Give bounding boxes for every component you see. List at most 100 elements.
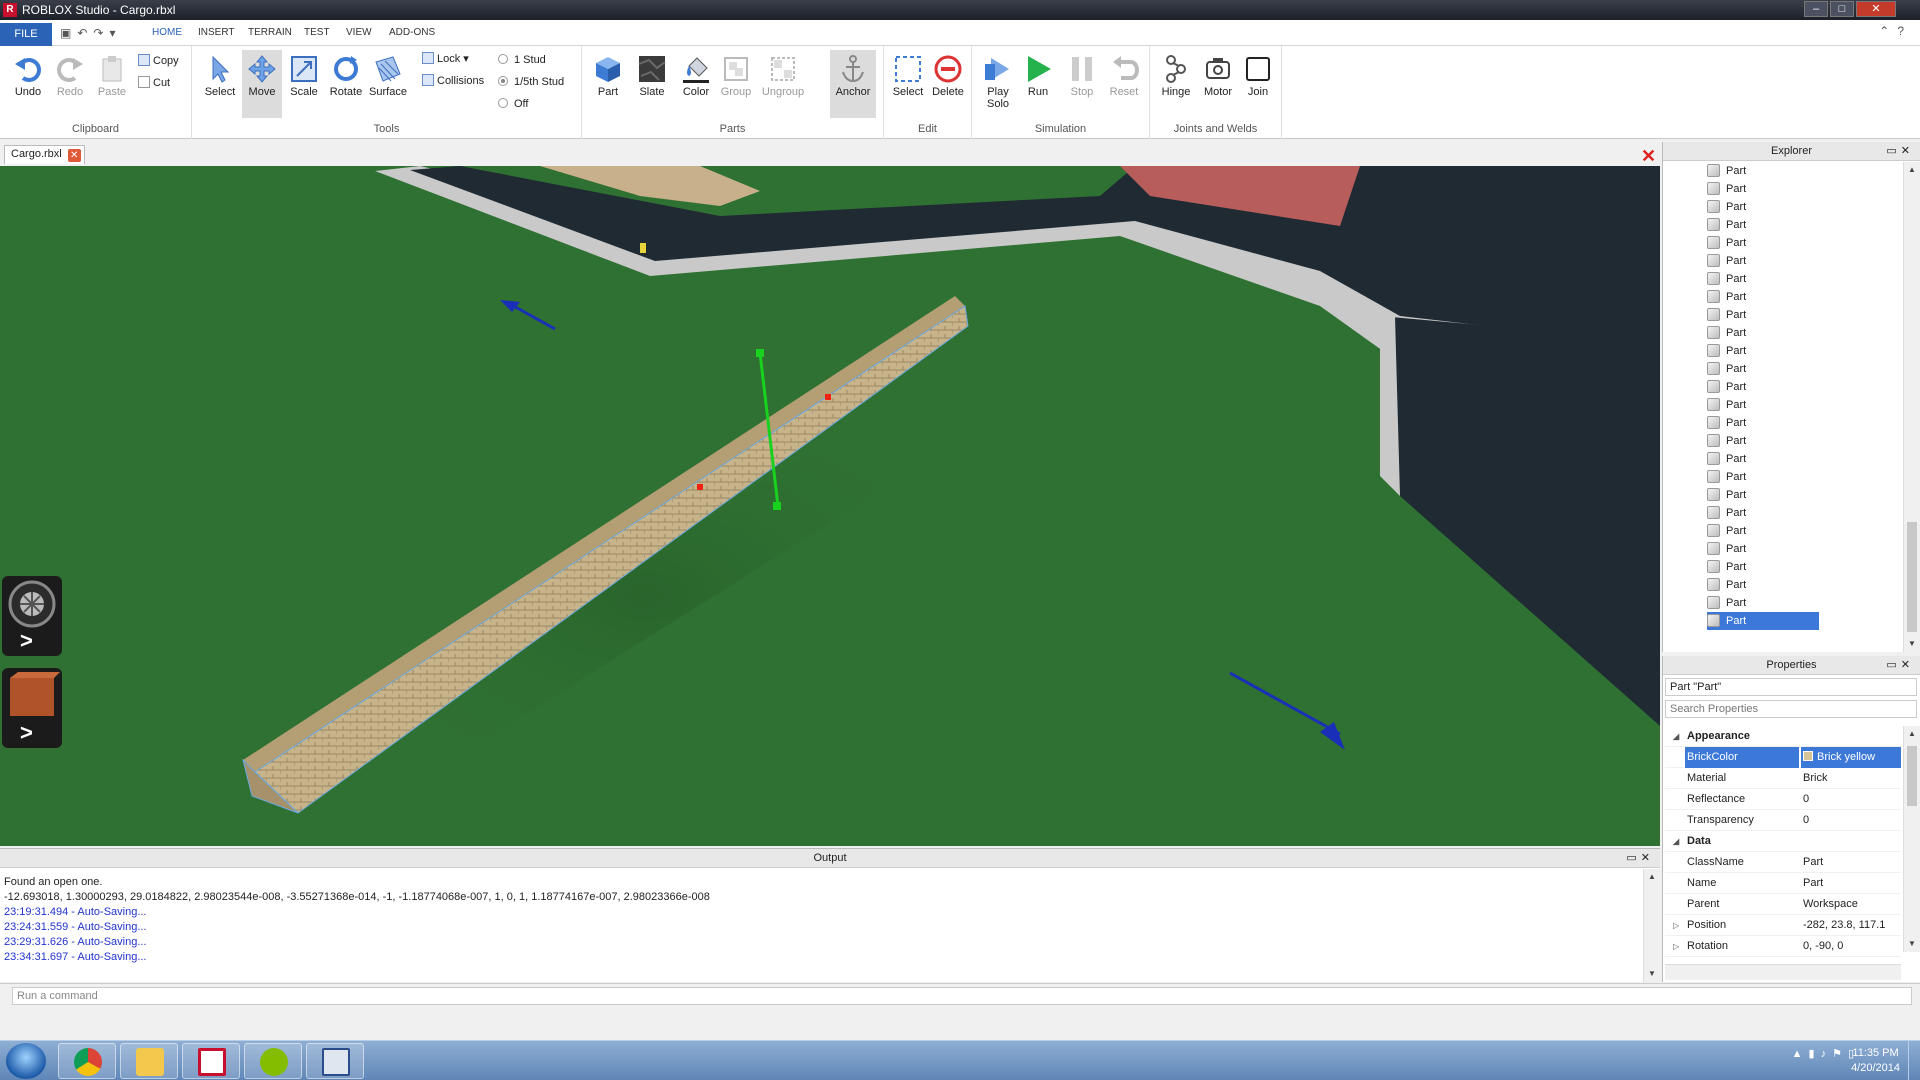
dock-icon[interactable]: ▭ [1626, 852, 1640, 864]
file-tab[interactable]: FILE [0, 23, 52, 46]
close-icon[interactable]: ✕ [1901, 145, 1914, 157]
output-scrollbar[interactable]: ▲ ▼ [1643, 869, 1660, 982]
command-input[interactable]: Run a command [12, 987, 1912, 1005]
explorer-item[interactable]: Part [1707, 378, 1819, 396]
taskbar-roblox-studio[interactable] [306, 1043, 364, 1079]
explorer-item[interactable]: Part [1707, 522, 1819, 540]
taskbar-spotify[interactable] [244, 1043, 302, 1079]
property-value[interactable]: Workspace [1803, 894, 1858, 915]
explorer-item[interactable]: Part [1707, 414, 1819, 432]
property-value[interactable]: 0 [1803, 810, 1809, 831]
explorer-item[interactable]: Part [1707, 468, 1819, 486]
tray-expand-icon[interactable]: ▲ [1792, 1048, 1809, 1060]
explorer-item[interactable]: Part [1707, 198, 1819, 216]
explorer-item[interactable]: Part [1707, 270, 1819, 288]
select-tool-button[interactable]: Select [200, 50, 240, 118]
explorer-item[interactable]: Part [1707, 486, 1819, 504]
chevron-down-icon[interactable]: ▾ [109, 26, 121, 40]
snap-off[interactable]: Off [498, 98, 528, 110]
group-button[interactable]: Group [716, 50, 756, 118]
surface-tool-button[interactable]: Surface [368, 50, 408, 118]
explorer-item[interactable]: Part [1707, 324, 1819, 342]
dock-icon[interactable]: ▭ [1886, 659, 1900, 671]
explorer-item[interactable]: Part [1707, 288, 1819, 306]
show-desktop-button[interactable] [1908, 1041, 1920, 1080]
scale-tool-button[interactable]: Scale [284, 50, 324, 118]
3d-viewport[interactable]: > > [0, 166, 1660, 846]
explorer-item[interactable]: Part [1707, 162, 1819, 180]
explorer-item[interactable]: Part [1707, 540, 1819, 558]
tab-add-ons[interactable]: ADD-ONS [389, 27, 435, 38]
join-button[interactable]: Join [1238, 50, 1278, 118]
scroll-up-icon[interactable]: ▲ [1904, 162, 1920, 178]
copy-button[interactable]: Copy [138, 54, 179, 67]
tab-test[interactable]: TEST [304, 27, 330, 38]
flag-icon[interactable]: ⚑ [1832, 1048, 1848, 1060]
minimize-ribbon-icon[interactable]: ⌃ [1879, 24, 1897, 38]
property-row[interactable]: ClassName Part [1665, 852, 1901, 873]
property-category[interactable]: ◢ Appearance [1665, 726, 1901, 747]
property-value[interactable]: Brick yellow [1803, 747, 1875, 768]
property-row[interactable]: BrickColor Brick yellow [1665, 747, 1901, 768]
redo-button[interactable]: Redo [50, 50, 90, 118]
property-value[interactable]: 0 [1803, 789, 1809, 810]
snap-fifth-stud[interactable]: 1/5th Stud [498, 76, 564, 88]
save-icon[interactable]: ▣ [60, 26, 77, 40]
close-window-button[interactable]: ✕ [1856, 1, 1896, 17]
explorer-item[interactable]: Part [1707, 432, 1819, 450]
move-handle-y-down[interactable] [773, 502, 781, 510]
explorer-item[interactable]: Part [1707, 558, 1819, 576]
tab-home[interactable]: HOME [152, 27, 182, 38]
scroll-up-icon[interactable]: ▲ [1904, 726, 1920, 742]
stop-button[interactable]: Stop [1062, 50, 1102, 118]
rotate-tool-button[interactable]: Rotate [326, 50, 366, 118]
property-row[interactable]: Transparency 0 [1665, 810, 1901, 831]
reset-button[interactable]: Reset [1104, 50, 1144, 118]
property-row[interactable]: ▷ Rotation 0, -90, 0 [1665, 936, 1901, 957]
maximize-button[interactable]: □ [1830, 1, 1854, 17]
explorer-item[interactable]: Part [1707, 576, 1819, 594]
hinge-button[interactable]: Hinge [1156, 50, 1196, 118]
scroll-down-icon[interactable]: ▼ [1904, 936, 1920, 952]
properties-h-scrollbar[interactable] [1665, 964, 1901, 980]
explorer-item[interactable]: Part [1707, 342, 1819, 360]
explorer-item[interactable]: Part [1707, 450, 1819, 468]
ungroup-button[interactable]: Ungroup [760, 50, 806, 118]
property-value[interactable]: Part [1803, 852, 1823, 873]
property-value[interactable]: Part [1803, 873, 1823, 894]
undo-icon[interactable]: ↶ [77, 26, 93, 40]
edit-select-button[interactable]: Select [888, 50, 928, 118]
redo-icon[interactable]: ↷ [93, 26, 109, 40]
explorer-item[interactable]: Part [1707, 612, 1819, 630]
delete-button[interactable]: Delete [928, 50, 968, 118]
close-icon[interactable]: ✕ [1641, 852, 1654, 864]
explorer-item[interactable]: Part [1707, 216, 1819, 234]
scroll-thumb[interactable] [1907, 746, 1917, 806]
move-tool-button[interactable]: Move [242, 50, 282, 118]
part-widget[interactable]: > [2, 668, 62, 748]
tab-insert[interactable]: INSERT [198, 27, 235, 38]
part-button[interactable]: Part [588, 50, 628, 118]
play-solo-button[interactable]: Play Solo [978, 50, 1018, 118]
property-row[interactable]: ▷ Position -282, 23.8, 117.1 [1665, 915, 1901, 936]
explorer-item[interactable]: Part [1707, 396, 1819, 414]
run-button[interactable]: Run [1018, 50, 1058, 118]
color-button[interactable]: Color [676, 50, 716, 118]
property-category[interactable]: ◢ Data [1665, 831, 1901, 852]
scroll-thumb[interactable] [1907, 522, 1917, 632]
explorer-item[interactable]: Part [1707, 252, 1819, 270]
expand-icon[interactable]: ▷ [1673, 936, 1679, 957]
collapse-icon[interactable]: ◢ [1673, 831, 1679, 852]
tab-terrain[interactable]: TERRAIN [248, 27, 292, 38]
expand-arrow-icon[interactable]: > [20, 720, 33, 746]
property-row[interactable]: Parent Workspace [1665, 894, 1901, 915]
volume-icon[interactable]: ♪ [1821, 1048, 1833, 1060]
expand-icon[interactable]: ▷ [1673, 915, 1679, 936]
explorer-item[interactable]: Part [1707, 180, 1819, 198]
property-value[interactable]: Brick [1803, 768, 1827, 789]
property-value[interactable]: -282, 23.8, 117.1 [1803, 915, 1885, 936]
taskbar-explorer[interactable] [120, 1043, 178, 1079]
property-row[interactable]: Name Part [1665, 873, 1901, 894]
snap-1-stud[interactable]: 1 Stud [498, 54, 546, 66]
dock-icon[interactable]: ▭ [1886, 145, 1900, 157]
